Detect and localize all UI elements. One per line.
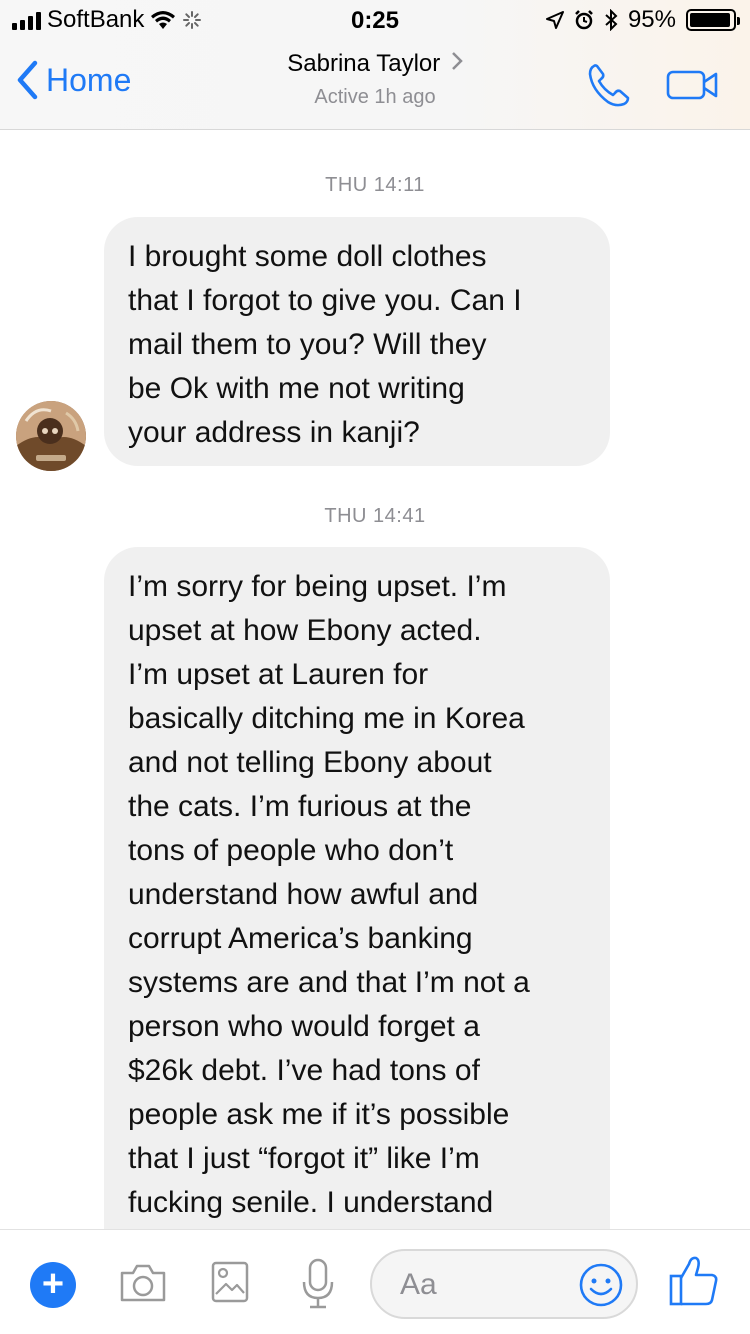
plus-icon[interactable]: + (30, 1262, 76, 1308)
thumbs-up-icon[interactable] (668, 1254, 720, 1308)
contact-avatar-image (16, 401, 86, 471)
contact-name: Sabrina Taylor (287, 50, 441, 77)
location-arrow-icon (545, 11, 564, 29)
message-timestamp: THU 14:11 (325, 174, 425, 196)
message-timestamp: THU 14:41 (324, 505, 426, 527)
microphone-icon[interactable] (300, 1258, 336, 1310)
conversation-header: SoftBank 0:25 95% Home Sabrina Taylor Ac… (0, 0, 750, 130)
battery-icon (686, 9, 740, 31)
photo-icon[interactable] (210, 1260, 250, 1304)
chevron-right-icon (451, 52, 463, 70)
alarm-icon (575, 10, 593, 30)
message-input-container[interactable] (370, 1249, 638, 1319)
video-camera-icon[interactable] (666, 68, 720, 102)
message-bubble[interactable]: I brought some doll clothes that I forgo… (104, 217, 610, 466)
message-thread[interactable]: THU 14:11 I brought some doll clothes th… (0, 131, 750, 1229)
message-composer: + (0, 1229, 750, 1334)
message-input[interactable] (400, 1265, 580, 1305)
battery-percent: 95% (627, 6, 676, 33)
emoji-icon[interactable] (578, 1262, 624, 1308)
phone-icon[interactable] (586, 62, 632, 108)
status-bar: SoftBank 0:25 95% (0, 0, 750, 40)
message-bubble[interactable]: I’m sorry for being upset. I’m upset at … (104, 547, 610, 1229)
bluetooth-icon (605, 9, 618, 31)
camera-icon[interactable] (118, 1262, 168, 1304)
avatar[interactable] (16, 401, 86, 471)
